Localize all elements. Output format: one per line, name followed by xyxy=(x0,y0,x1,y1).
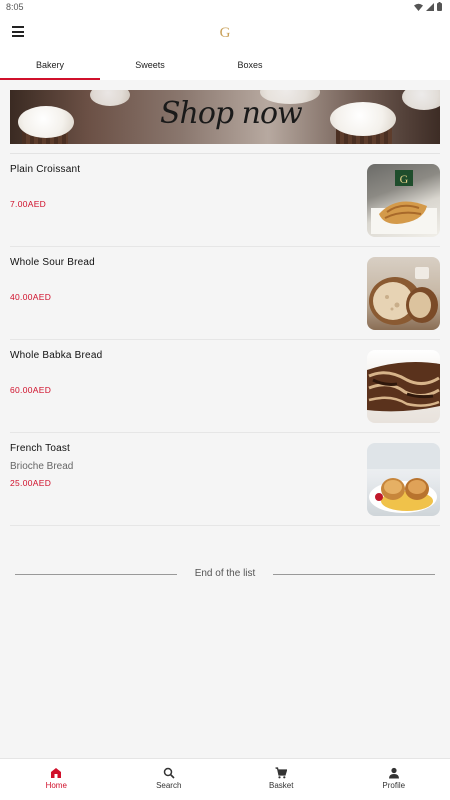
product-item[interactable]: French Toast Brioche Bread 25.00AED xyxy=(10,433,440,526)
wifi-icon xyxy=(414,3,423,11)
french-toast-image xyxy=(367,443,440,516)
product-item[interactable]: Plain Croissant 7.00AED G xyxy=(10,154,440,247)
bottom-navigation: Home Search Basket Profile xyxy=(0,758,450,800)
person-icon xyxy=(388,767,399,779)
croissant-image: G xyxy=(367,164,440,237)
tab-boxes[interactable]: Boxes xyxy=(200,52,300,80)
battery-icon xyxy=(437,2,442,11)
svg-text:G: G xyxy=(400,172,409,186)
menu-button[interactable] xyxy=(12,26,28,40)
product-name: Whole Babka Bread xyxy=(10,350,103,361)
banner-title: Shop now xyxy=(160,96,303,131)
nav-basket-label: Basket xyxy=(269,781,294,790)
cart-icon xyxy=(275,767,288,779)
sourdough-image xyxy=(367,257,440,330)
product-name: Whole Sour Bread xyxy=(10,257,95,268)
category-tabs: Bakery Sweets Boxes xyxy=(0,52,450,80)
nav-search[interactable]: Search xyxy=(113,759,226,800)
cupcake-decoration xyxy=(90,90,130,106)
end-of-list-label: End of the list xyxy=(194,568,256,579)
nav-profile-label: Profile xyxy=(382,781,406,790)
divider xyxy=(273,574,435,575)
nav-search-label: Search xyxy=(156,781,182,790)
nav-basket[interactable]: Basket xyxy=(225,759,338,800)
cupcake-decoration xyxy=(18,106,74,138)
product-name: Plain Croissant xyxy=(10,164,81,175)
product-name: French Toast xyxy=(10,443,71,454)
product-item[interactable]: Whole Sour Bread 40.00AED xyxy=(10,247,440,340)
hamburger-line xyxy=(12,30,24,33)
signal-icon xyxy=(426,2,434,11)
product-price: 25.00AED xyxy=(10,478,52,488)
home-icon xyxy=(51,768,62,778)
babka-image xyxy=(367,350,440,423)
shop-now-banner[interactable]: Shop now xyxy=(10,90,440,144)
cupcake-decoration xyxy=(330,102,396,136)
tab-bakery[interactable]: Bakery xyxy=(0,52,100,80)
app-bar: G xyxy=(0,14,450,52)
status-bar: 8:05 xyxy=(0,0,450,14)
product-item[interactable]: Whole Babka Bread 60.00AED xyxy=(10,340,440,433)
brand-logo: G xyxy=(219,25,231,41)
nav-home[interactable]: Home xyxy=(0,759,113,800)
product-price: 40.00AED xyxy=(10,292,52,302)
hamburger-line xyxy=(12,35,24,37)
cupcake-decoration xyxy=(402,90,440,110)
nav-profile[interactable]: Profile xyxy=(338,759,450,800)
product-price: 7.00AED xyxy=(10,199,47,209)
status-time: 8:05 xyxy=(6,2,24,12)
search-icon xyxy=(163,767,175,779)
product-price: 60.00AED xyxy=(10,385,52,395)
nav-home-label: Home xyxy=(45,781,67,790)
hamburger-icon xyxy=(12,26,24,28)
status-icons xyxy=(414,2,442,11)
tab-sweets[interactable]: Sweets xyxy=(100,52,200,80)
product-subtitle: Brioche Bread xyxy=(10,461,74,472)
divider xyxy=(15,574,177,575)
